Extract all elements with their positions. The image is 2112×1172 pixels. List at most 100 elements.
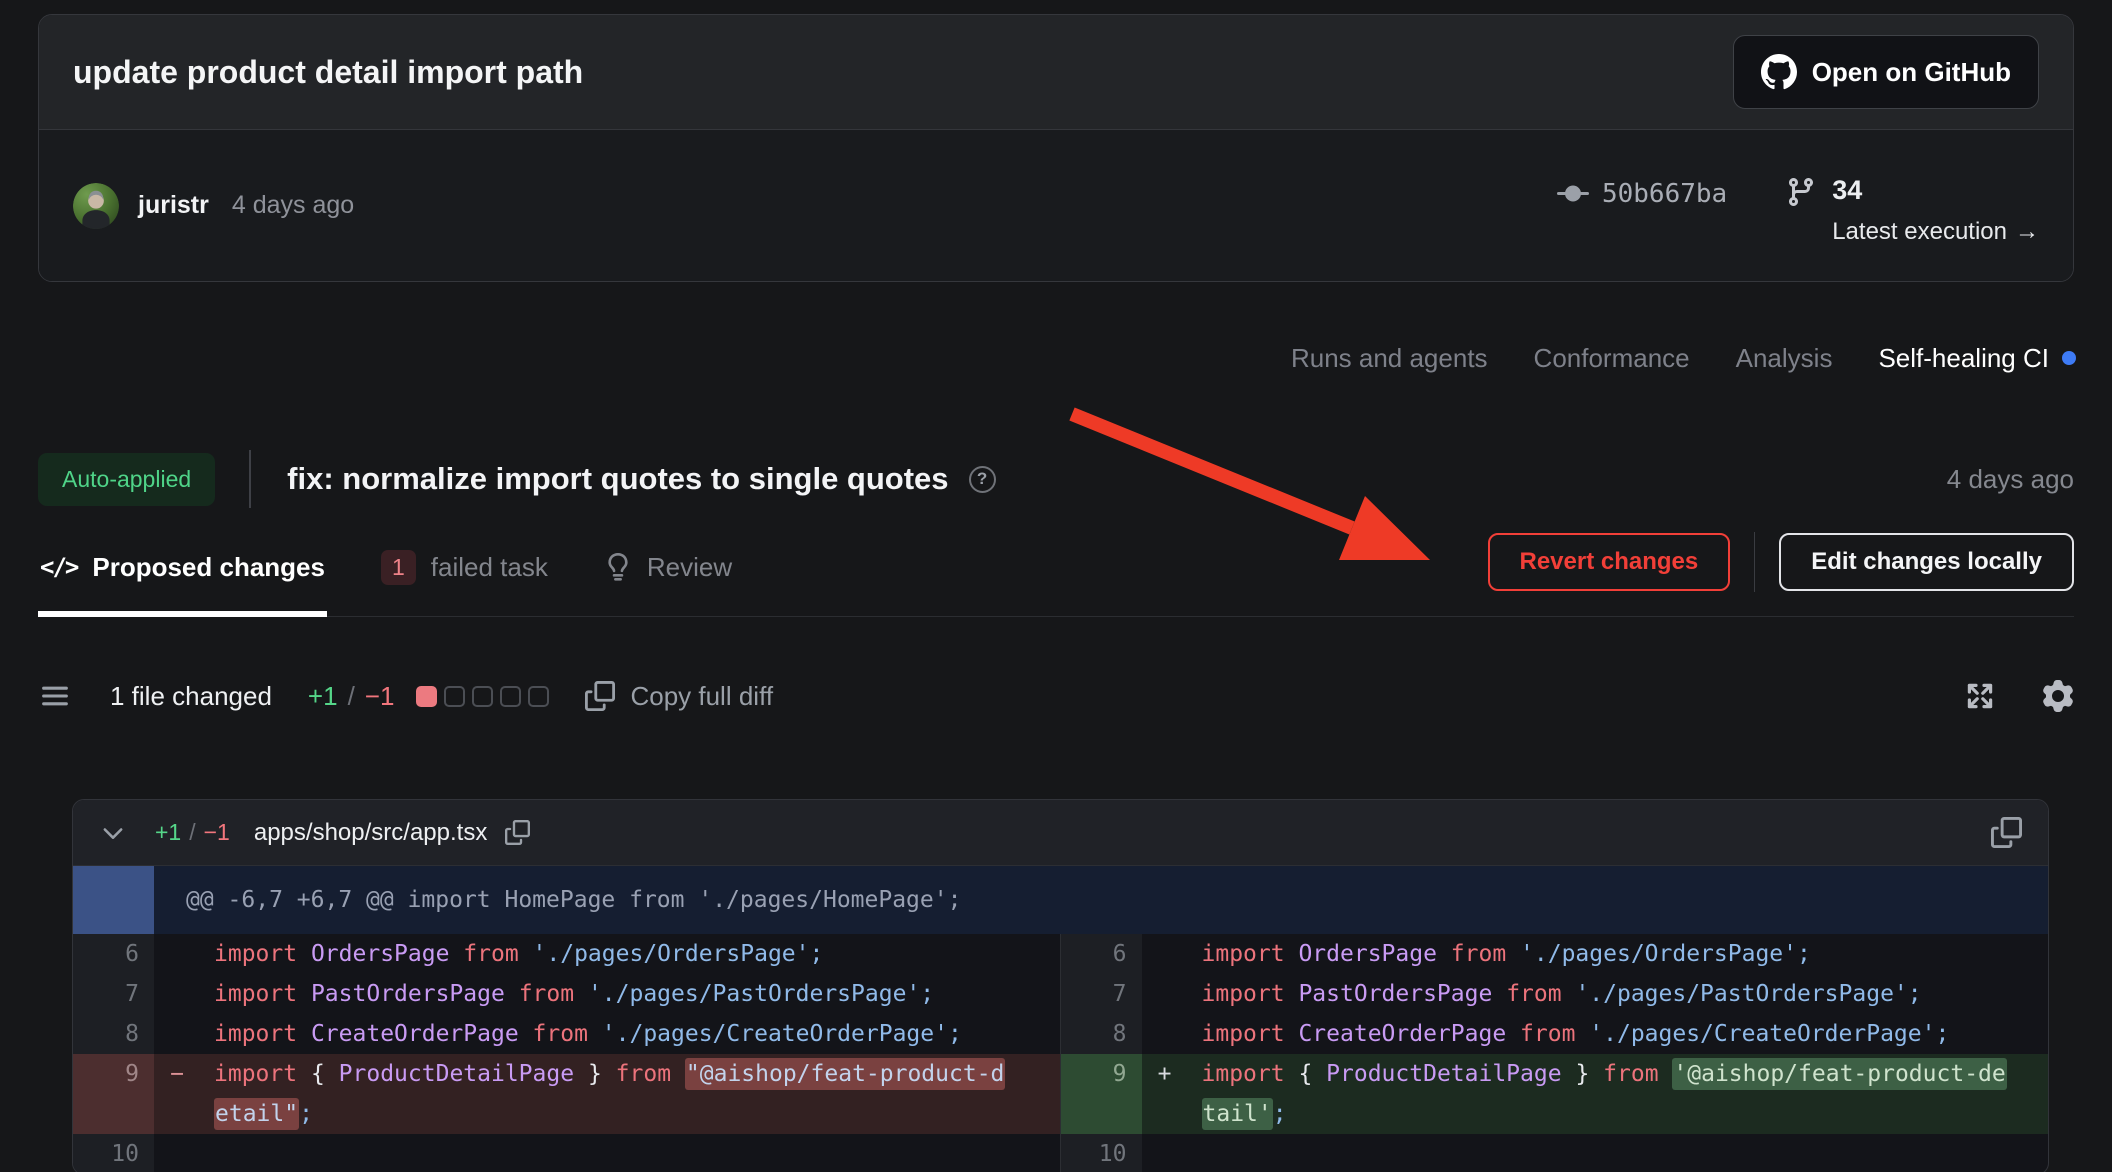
auto-applied-badge: Auto-applied xyxy=(38,453,215,506)
tabs-row: </>Proposed changes 1 failed task Review Re… xyxy=(38,530,2074,617)
commit-hash-group[interactable]: 50b667ba xyxy=(1557,178,1727,210)
top-nav: Runs and agents Conformance Analysis Self-h… xyxy=(36,338,2076,378)
fix-title: fix: normalize import quotes to single q… xyxy=(287,461,948,497)
diff-line-8: 8 import CreateOrderPage from './pages/Cr… xyxy=(1061,1014,2049,1054)
arrow-right-icon: → xyxy=(2015,218,2039,245)
nav-item-conformance[interactable]: Conformance xyxy=(1534,343,1690,374)
code-content: import { ProductDetailPage } from "@aish… xyxy=(200,1054,1060,1134)
tab-review[interactable]: Review xyxy=(602,530,734,616)
avatar-image xyxy=(73,183,119,229)
line-number: 10 xyxy=(73,1134,154,1172)
diff-block xyxy=(444,686,465,707)
button-divider xyxy=(1754,532,1755,592)
tabs: </>Proposed changes 1 failed task Review xyxy=(38,530,734,616)
line-number: 9 xyxy=(73,1054,154,1134)
diff-line-8: 8 import CreateOrderPage from './pages/Cr… xyxy=(73,1014,1060,1054)
line-number: 10 xyxy=(1061,1134,1142,1172)
diff-marker xyxy=(1142,974,1188,1014)
expand-fullscreen-icon[interactable] xyxy=(1964,680,1996,712)
code-content: import CreateOrderPage from './pages/Cre… xyxy=(200,1014,1060,1054)
hunk-gutter xyxy=(73,866,154,934)
revert-changes-button[interactable]: Revert changes xyxy=(1488,533,1731,591)
additions-stat: +1 xyxy=(308,681,338,712)
code-content: import CreateOrderPage from './pages/Cre… xyxy=(1188,1014,2049,1054)
diff-file-card: +1 / −1 apps/shop/src/app.tsx @@ -6,7 +6… xyxy=(72,799,2049,1172)
commit-card-body: juristr 4 days ago 50b667ba 34 Latest ex… xyxy=(39,129,2073,281)
commit-card-header: update product detail import path Open o… xyxy=(39,15,2073,129)
line-number: 6 xyxy=(1061,934,1142,974)
file-path: apps/shop/src/app.tsx xyxy=(254,819,487,847)
author-group: juristr 4 days ago xyxy=(73,183,354,229)
latest-execution-link[interactable]: Latest execution → xyxy=(1832,218,2039,246)
diff-line-9-removed: 9−import { ProductDetailPage } from "@ai… xyxy=(73,1054,1060,1134)
clipboard-icon xyxy=(585,681,615,711)
nav-item-label: Analysis xyxy=(1736,343,1833,374)
code-content: import { ProductDetailPage } from '@aish… xyxy=(1188,1054,2049,1134)
nav-item-label: Conformance xyxy=(1534,343,1690,374)
commit-time-ago: 4 days ago xyxy=(232,191,354,220)
diff-marker: − xyxy=(154,1054,200,1134)
code-content xyxy=(1188,1134,2049,1172)
line-number: 8 xyxy=(73,1014,154,1054)
diff-line-9-added: 9+import { ProductDetailPage } from '@ai… xyxy=(1061,1054,2049,1134)
diff-line-10: 10 xyxy=(73,1134,1060,1172)
tab-proposed-changes[interactable]: </>Proposed changes xyxy=(38,530,327,616)
github-icon xyxy=(1761,54,1797,90)
diff-line-6: 6import OrdersPage from './pages/OrdersP… xyxy=(73,934,1060,974)
action-buttons: Revert changes Edit changes locally xyxy=(1488,530,2075,616)
notification-dot-icon xyxy=(2062,351,2076,365)
diff-panels: 6import OrdersPage from './pages/OrdersP… xyxy=(73,934,2048,1172)
edit-changes-locally-button[interactable]: Edit changes locally xyxy=(1779,533,2074,591)
diff-block xyxy=(528,686,549,707)
author-name: juristr xyxy=(138,191,209,220)
commit-card: update product detail import path Open o… xyxy=(38,14,2074,282)
diff-block xyxy=(500,686,521,707)
nav-item-runs-and-agents[interactable]: Runs and agents xyxy=(1291,343,1488,374)
chevron-down-icon[interactable] xyxy=(99,819,127,847)
copy-full-diff-button[interactable]: Copy full diff xyxy=(585,681,773,712)
diff-file-header: +1 / −1 apps/shop/src/app.tsx xyxy=(73,800,2048,866)
diff-line-6: 6import OrdersPage from './pages/OrdersP… xyxy=(1061,934,2049,974)
diff-line-7: 7import PastOrdersPage from './pages/Pas… xyxy=(1061,974,2049,1014)
failed-task-count-badge: 1 xyxy=(381,550,416,585)
code-content: import PastOrdersPage from './pages/Past… xyxy=(1188,974,2049,1014)
hunk-header-text: @@ -6,7 +6,7 @@ import HomePage from './… xyxy=(154,866,961,934)
line-number: 7 xyxy=(73,974,154,1014)
diff-marker xyxy=(1142,1134,1188,1172)
diff-panel-old: 6import OrdersPage from './pages/OrdersP… xyxy=(73,934,1061,1172)
nav-item-label: Runs and agents xyxy=(1291,343,1488,374)
diff-line-7: 7 import PastOrdersPage from './pages/Pas… xyxy=(73,974,1060,1014)
avatar[interactable] xyxy=(73,183,119,229)
commit-hash: 50b667ba xyxy=(1602,179,1727,209)
diff-marker: + xyxy=(1142,1054,1188,1134)
nav-item-self-healing-ci[interactable]: Self-healing CI xyxy=(1878,343,2076,374)
tab-label: Proposed changes xyxy=(92,552,325,583)
file-list-menu-icon[interactable] xyxy=(38,679,72,713)
nav-item-analysis[interactable]: Analysis xyxy=(1736,343,1833,374)
diff-marker xyxy=(154,974,200,1014)
line-number: 6 xyxy=(73,934,154,974)
page-title: update product detail import path xyxy=(73,54,583,91)
open-on-github-label: Open on GitHub xyxy=(1812,57,2011,88)
tab-label: failed task xyxy=(431,552,548,583)
fix-time-ago: 4 days ago xyxy=(1947,464,2074,495)
diff-block xyxy=(472,686,493,707)
gear-icon[interactable] xyxy=(2042,680,2074,712)
line-number: 9 xyxy=(1061,1054,1142,1134)
self-healing-ci-page: update product detail import path Open o… xyxy=(0,0,2112,1172)
help-icon[interactable]: ? xyxy=(969,466,996,493)
copy-path-icon[interactable] xyxy=(505,820,530,845)
latest-execution-label: Latest execution xyxy=(1832,218,2007,245)
copy-file-diff-icon[interactable] xyxy=(1991,817,2022,848)
git-branch-icon xyxy=(1785,176,1817,208)
git-commit-icon xyxy=(1557,178,1589,210)
execution-column: 34 Latest execution→ xyxy=(1832,166,2039,246)
diff-marker xyxy=(154,1014,200,1054)
tab-failed-task[interactable]: 1 failed task xyxy=(379,530,550,616)
code-content xyxy=(200,1134,1060,1172)
code-content: import PastOrdersPage from './pages/Past… xyxy=(200,974,1060,1014)
file-additions: +1 xyxy=(155,819,181,846)
open-on-github-button[interactable]: Open on GitHub xyxy=(1733,35,2039,109)
line-number: 8 xyxy=(1061,1014,1142,1054)
diff-block xyxy=(416,686,437,707)
